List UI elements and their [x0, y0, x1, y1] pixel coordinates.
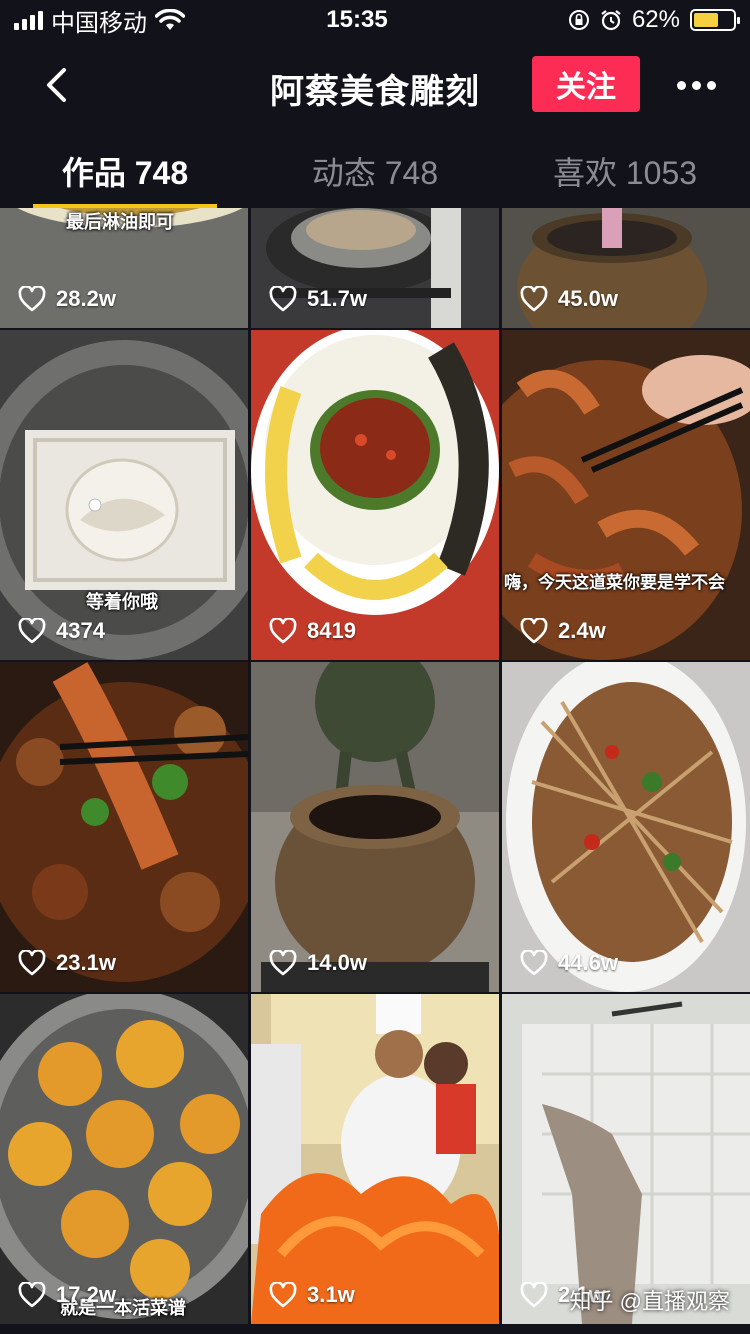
like-count: 3.1w [269, 1282, 355, 1308]
video-thumbnail-image [251, 662, 499, 992]
more-dots-icon [676, 80, 686, 90]
video-thumbnail[interactable]: 44.6w [502, 662, 750, 992]
video-grid: 最后淋油即可 28.2w 51.7w 45.0w 等着你哦 4374 8419 … [0, 208, 750, 1334]
like-count: 44.6w [520, 950, 618, 976]
like-count: 8419 [269, 618, 356, 644]
tab-works[interactable]: 作品 748 [0, 130, 250, 208]
heart-icon [269, 1282, 297, 1308]
video-thumbnail-image [251, 994, 499, 1324]
heart-icon [269, 950, 297, 976]
follow-button[interactable]: 关注 [532, 56, 640, 112]
video-thumbnail[interactable]: 等着你哦 4374 [0, 330, 248, 660]
video-thumbnail-image [502, 330, 750, 660]
heart-icon [520, 618, 548, 644]
video-thumbnail[interactable]: 嗨，今天这道菜你要是学不会 2.4w [502, 330, 750, 660]
like-count: 14.0w [269, 950, 367, 976]
video-thumbnail-image [0, 662, 248, 992]
carrier-label: 中国移动 [51, 9, 147, 37]
like-count: 45.0w [520, 286, 618, 312]
battery-icon [690, 9, 740, 31]
more-options-button[interactable] [668, 62, 724, 108]
video-thumbnail[interactable]: 45.0w [502, 208, 750, 328]
video-thumbnail[interactable]: 8419 [251, 330, 499, 660]
heart-icon [269, 618, 297, 644]
video-thumbnail[interactable]: 14.0w [251, 662, 499, 992]
like-count: 28.2w [18, 286, 116, 312]
video-thumbnail[interactable]: 23.1w [0, 662, 248, 992]
profile-tabs: 作品 748 动态 748 喜欢 1053 [0, 130, 750, 208]
signal-icon [14, 10, 43, 30]
like-count: 17.2w [18, 1282, 116, 1308]
heart-icon [18, 286, 46, 312]
video-thumbnail[interactable]: 3.1w [251, 994, 499, 1324]
heart-icon [520, 286, 548, 312]
watermark: 知乎 @直播观察 [569, 1289, 730, 1314]
heart-icon [18, 950, 46, 976]
tab-posts[interactable]: 动态 748 [250, 130, 500, 208]
like-count: 4374 [18, 618, 105, 644]
status-time: 15:35 [326, 6, 388, 33]
video-thumbnail[interactable]: 最后淋油即可 28.2w [0, 208, 248, 328]
tab-likes[interactable]: 喜欢 1053 [500, 130, 750, 208]
video-thumbnail-image [251, 330, 499, 660]
status-bar: 中国移动 15:35 62% [0, 0, 750, 40]
heart-icon [18, 618, 46, 644]
video-caption: 等着你哦 [86, 592, 158, 612]
heart-icon [269, 286, 297, 312]
video-thumbnail-image [502, 662, 750, 992]
heart-icon [520, 1282, 548, 1308]
video-thumbnail-image [502, 994, 750, 1324]
orientation-lock-icon [568, 10, 589, 30]
video-caption: 最后淋油即可 [66, 212, 174, 232]
video-thumbnail[interactable]: 51.7w [251, 208, 499, 328]
video-thumbnail[interactable]: 2.1w [502, 994, 750, 1324]
video-thumbnail-image [0, 994, 248, 1324]
wifi-icon [155, 9, 185, 30]
like-count: 51.7w [269, 286, 367, 312]
heart-icon [520, 950, 548, 976]
heart-icon [18, 1282, 46, 1308]
like-count: 23.1w [18, 950, 116, 976]
alarm-icon [601, 10, 621, 31]
profile-header: 阿蔡美食雕刻 关注 [0, 40, 750, 130]
video-thumbnail[interactable]: 就是一本活菜谱 17.2w [0, 994, 248, 1324]
video-caption: 嗨，今天这道菜你要是学不会 [504, 573, 725, 592]
battery-percent: 62% [631, 6, 680, 33]
like-count: 2.4w [520, 618, 606, 644]
